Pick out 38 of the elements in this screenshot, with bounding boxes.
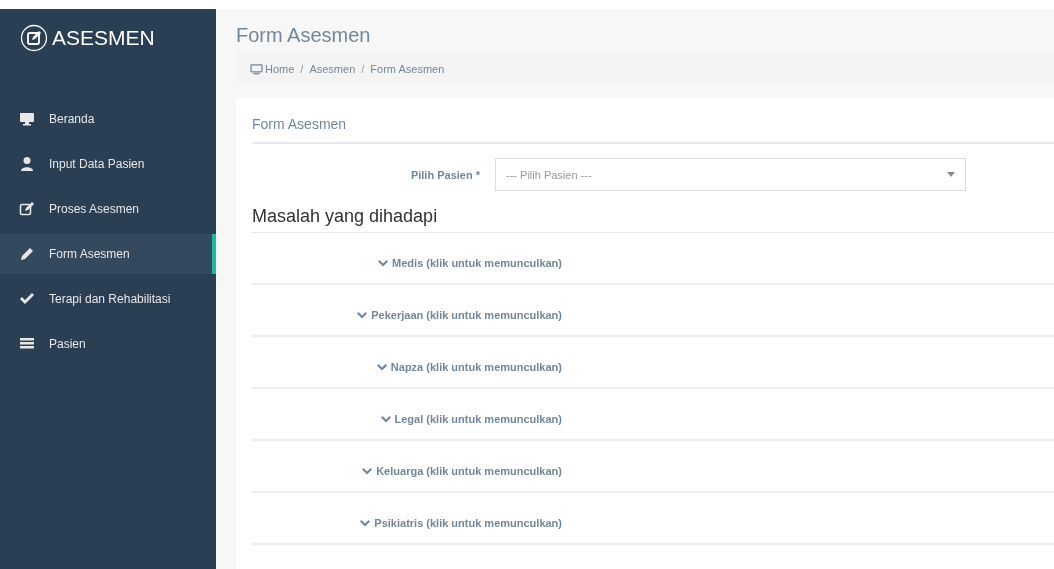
separator-slash: / bbox=[300, 62, 304, 77]
patient-select[interactable]: --- Pilih Pasien --- bbox=[495, 158, 966, 192]
breadcrumb-link[interactable]: Form Asesmen bbox=[370, 61, 445, 78]
chevron-down-icon bbox=[357, 312, 368, 320]
pencil-icon bbox=[19, 246, 35, 262]
edit-icon bbox=[20, 24, 48, 52]
sidebar-item[interactable]: Pasien bbox=[0, 324, 216, 364]
sidebar-item[interactable]: Beranda bbox=[0, 99, 216, 139]
breadcrumb-link[interactable]: Asesmen bbox=[309, 61, 356, 78]
sidebar-item[interactable]: Proses Asesmen bbox=[0, 189, 216, 229]
chevron-down-icon bbox=[380, 416, 391, 424]
app-title: ASESMEN bbox=[52, 25, 155, 52]
section-heading: Masalah yang dihadapi bbox=[252, 205, 1054, 233]
edit-icon bbox=[19, 201, 35, 217]
sidebar-item[interactable]: Form Asesmen bbox=[0, 234, 216, 274]
section-toggle[interactable]: Napza (klik untuk memunculkan) bbox=[376, 359, 562, 376]
separator-slash: / bbox=[361, 62, 365, 77]
chevron-down-icon bbox=[362, 468, 373, 476]
sidebar-item[interactable]: Input Data Pasien bbox=[0, 144, 216, 184]
monitor-icon bbox=[19, 111, 35, 127]
section-toggle[interactable]: Medis (klik untuk memunculkan) bbox=[378, 255, 562, 272]
chevron-down-icon bbox=[360, 520, 371, 528]
chevron-down-icon bbox=[376, 364, 387, 372]
check-icon bbox=[19, 291, 35, 307]
monitor-icon bbox=[250, 63, 263, 75]
list-icon bbox=[19, 336, 35, 352]
section-toggle[interactable]: Keluarga (klik untuk memunculkan) bbox=[362, 463, 562, 480]
section-toggle[interactable]: Psikiatris (klik untuk memunculkan) bbox=[360, 515, 562, 532]
caret-icon bbox=[947, 172, 955, 178]
breadcrumb-link[interactable]: Home bbox=[250, 61, 295, 78]
sidebar-item[interactable]: Terapi dan Rehabilitasi bbox=[0, 279, 216, 319]
chevron-down-icon bbox=[378, 260, 389, 268]
panel-title: Form Asesmen bbox=[252, 97, 1054, 145]
field-label: Pilih Pasien * bbox=[409, 167, 481, 183]
section-toggle[interactable]: Pekerjaan (klik untuk memunculkan) bbox=[357, 307, 562, 324]
page-title: Form Asesmen bbox=[236, 23, 372, 47]
user-icon bbox=[19, 156, 35, 172]
section-toggle[interactable]: Legal (klik untuk memunculkan) bbox=[380, 411, 562, 428]
